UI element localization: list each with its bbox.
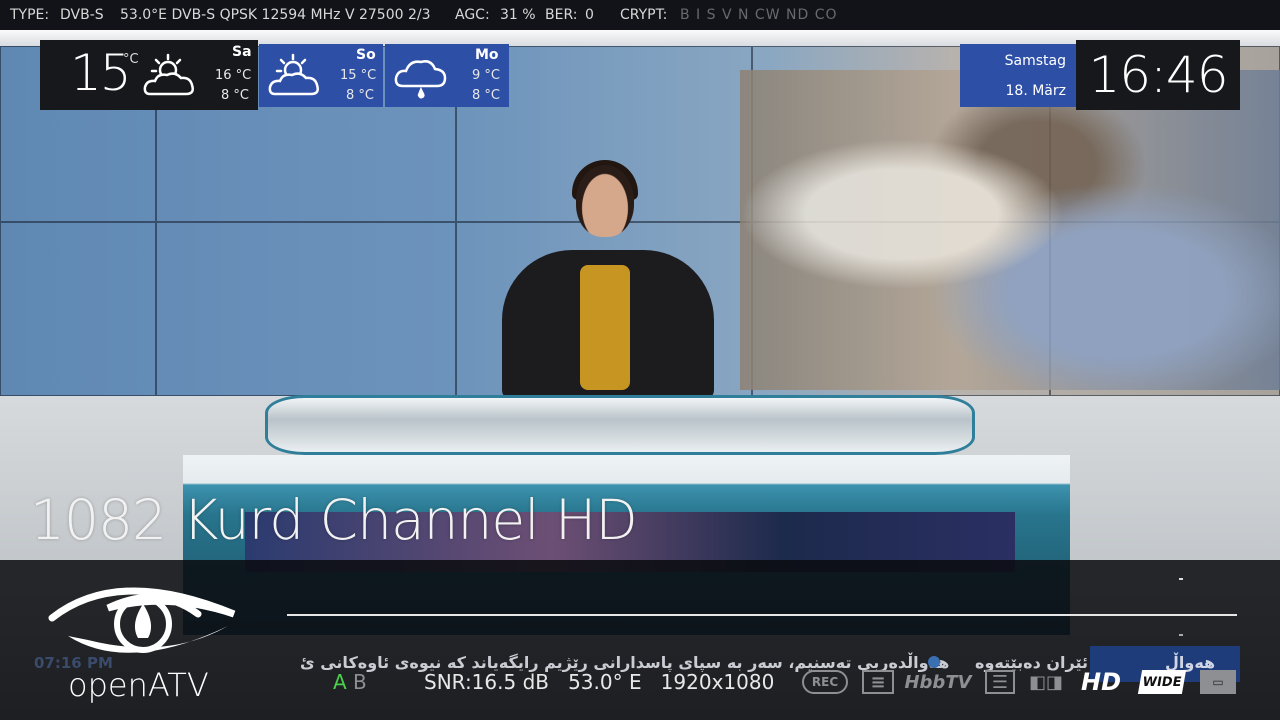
audio-track-b: B [353, 670, 367, 694]
crypt-flags: B I S V N CW ND CO [680, 7, 838, 23]
weather-current: 15 °C Sa 16 °C 8 °C [40, 40, 258, 110]
agc-value: 31 % [500, 7, 536, 23]
event-progress-bar [287, 614, 1237, 616]
weather-forecast-day: Mo 9 °C 8 °C [385, 44, 509, 107]
anchor-head [576, 165, 634, 237]
wall-tile [0, 222, 156, 396]
video-resolution: 1920x1080 [660, 670, 775, 694]
partly-cloudy-icon [143, 53, 194, 96]
teletext-icon: ≡ [862, 670, 894, 694]
tuner-params: 53.0°E DVB-S QPSK 12594 MHz V 27500 2/3 [120, 7, 431, 23]
forecast-day-name: So [356, 47, 376, 63]
wall-footage [740, 70, 1280, 390]
forecast-high: 9 °C [472, 68, 500, 83]
weather-forecast-day: So 15 °C 8 °C [259, 44, 383, 107]
date-day: 18. März [1005, 83, 1066, 99]
signal-readout: SNR:16.5 dB 53.0° E 1920x1080 [424, 670, 774, 694]
event-marker [1179, 634, 1183, 636]
type-label: TYPE: [10, 7, 50, 23]
event-marker [1179, 578, 1183, 580]
type-value: DVB-S [60, 7, 104, 23]
date-display: Samstag 18. März [960, 44, 1076, 107]
channel-name: 1082 Kurd Channel HD [30, 488, 638, 552]
subtitle-icon: ▭ [1200, 670, 1236, 694]
epg-icon: ☰ [985, 670, 1015, 694]
forecast-day-name: Mo [475, 47, 499, 63]
forecast-high: 15 °C [340, 68, 377, 83]
clock: 16:46 [1076, 40, 1240, 110]
audio-track-a: A [333, 670, 347, 694]
orbital-position: 53.0° E [568, 670, 642, 694]
forecast-day-name: Sa [232, 44, 252, 60]
anchor-shirt [580, 265, 630, 390]
crypt-label: CRYPT: [620, 7, 668, 23]
forecast-low: 8 °C [221, 88, 249, 103]
current-temperature: 15 [70, 44, 132, 102]
openatv-logo: openATV [48, 574, 238, 714]
ber-label: BER: [545, 7, 578, 23]
signal-info-bar: TYPE: DVB-S 53.0°E DVB-S QPSK 12594 MHz … [0, 0, 1280, 30]
forecast-high: 16 °C [215, 68, 252, 83]
snr-value: SNR:16.5 dB [424, 670, 549, 694]
partly-cloudy-icon [268, 53, 319, 96]
hbbtv-icon: HbbTV [904, 671, 972, 693]
weekday: Samstag [1004, 53, 1066, 69]
globe-icon [928, 656, 940, 668]
widescreen-icon: WIDE [1137, 670, 1187, 694]
wall-tile [156, 222, 456, 396]
ber-value: 0 [585, 7, 594, 23]
dolby-icon: ◧◨ [1029, 671, 1064, 693]
agc-label: AGC: [455, 7, 490, 23]
forecast-low: 8 °C [472, 88, 500, 103]
temperature-unit: °C [123, 52, 139, 67]
hd-icon: HD [1080, 668, 1121, 696]
rain-cloud-icon [394, 60, 447, 99]
brand-name: openATV [68, 666, 209, 704]
news-desk-top [265, 395, 975, 455]
rec-icon: REC [802, 670, 848, 694]
eye-logo-icon [48, 587, 236, 653]
forecast-low: 8 °C [346, 88, 374, 103]
